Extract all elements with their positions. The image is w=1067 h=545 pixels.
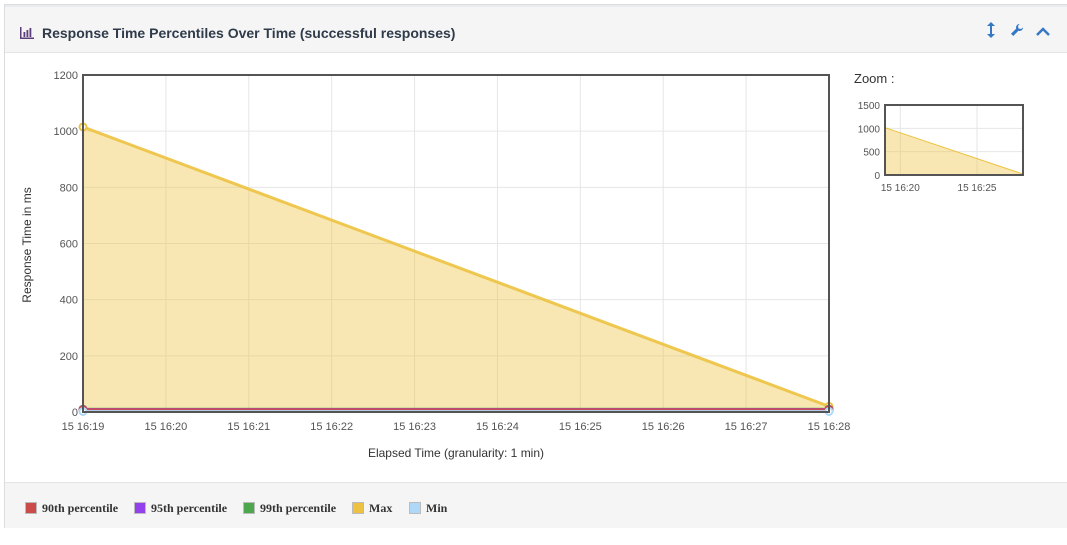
zoom-y-tick-label: 500	[863, 148, 880, 159]
legend-item-95th[interactable]: 95th percentile	[134, 500, 227, 516]
legend-label: Min	[426, 500, 448, 515]
x-tick-label: 15 16:20	[144, 421, 187, 433]
chevron-up-icon[interactable]	[1034, 22, 1052, 42]
vertical-resize-icon[interactable]	[982, 22, 1000, 42]
x-tick-label: 15 16:22	[310, 421, 353, 433]
zoom-y-tick-label: 0	[874, 171, 880, 182]
x-tick-label: 15 16:21	[227, 421, 270, 433]
x-tick-label: 15 16:26	[642, 421, 685, 433]
panel-title: Response Time Percentiles Over Time (suc…	[42, 25, 456, 41]
wrench-icon[interactable]	[1008, 22, 1026, 42]
y-tick-label: 1200	[54, 70, 78, 82]
zoom-label: Zoom :	[854, 71, 894, 86]
legend-label: 90th percentile	[42, 500, 119, 515]
y-axis-label: Response Time in ms	[20, 187, 34, 302]
y-tick-label: 400	[60, 295, 78, 307]
zoom-x-tick-label: 15 16:25	[958, 183, 997, 194]
zoom-x-tick-label: 15 16:20	[881, 183, 920, 194]
y-tick-label: 0	[72, 407, 78, 419]
y-tick-label: 600	[60, 239, 78, 251]
y-tick-label: 1000	[54, 126, 78, 138]
main-chart[interactable]: 020040060080010001200 15 16:19 15 16:20 15…	[5, 53, 1067, 477]
legend-label: 99th percentile	[260, 500, 337, 515]
legend-swatch-min	[409, 502, 421, 514]
legend-swatch-max	[352, 502, 364, 514]
x-tick-label: 15 16:23	[393, 421, 436, 433]
x-tick-label: 15 16:27	[725, 421, 768, 433]
zoom-y-tick-label: 1000	[858, 124, 881, 135]
x-tick-label: 15 16:28	[808, 421, 851, 433]
y-tick-label: 800	[60, 182, 78, 194]
x-axis-label: Elapsed Time (granularity: 1 min)	[368, 446, 544, 460]
y-tick-label: 200	[60, 351, 78, 363]
legend-item-max[interactable]: Max	[352, 500, 392, 516]
legend-swatch-95th	[134, 502, 146, 514]
legend-item-99th[interactable]: 99th percentile	[243, 500, 336, 516]
legend-swatch-90th	[25, 502, 37, 514]
x-tick-label: 15 16:19	[62, 421, 105, 433]
legend-label: Max	[369, 500, 393, 515]
legend-label: 95th percentile	[151, 500, 228, 515]
panel-heading: Response Time Percentiles Over Time (suc…	[5, 5, 1067, 53]
chart-panel: Response Time Percentiles Over Time (suc…	[4, 4, 1067, 528]
zoom-y-tick-label: 1500	[858, 101, 881, 112]
legend-swatch-99th	[243, 502, 255, 514]
x-axis-ticks: 15 16:19 15 16:20 15 16:21 15 16:22 15 16:23…	[62, 421, 851, 433]
legend-item-min[interactable]: Min	[409, 500, 447, 516]
zoom-overview[interactable]: 0 500 1000 1500 15 16:20 15 16:25	[858, 101, 1024, 194]
legend-item-90th[interactable]: 90th percentile	[25, 500, 118, 516]
x-tick-label: 15 16:25	[559, 421, 602, 433]
bar-chart-icon	[20, 27, 34, 39]
legend: 90th percentile 95th percentile 99th per…	[5, 482, 1067, 528]
x-tick-label: 15 16:24	[476, 421, 519, 433]
y-axis-ticks: 0 200 400 600 800 1000 1200	[54, 70, 78, 419]
